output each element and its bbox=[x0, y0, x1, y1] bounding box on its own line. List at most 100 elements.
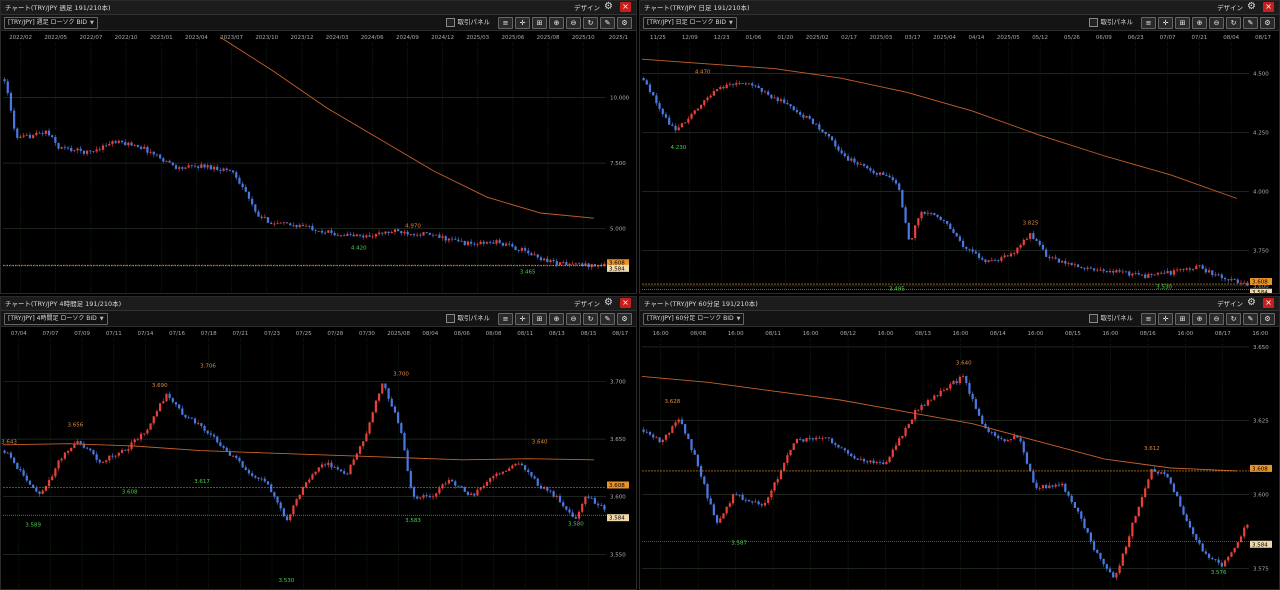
candle-body bbox=[1003, 255, 1006, 258]
symbol-select[interactable]: [TRY/JPY] 週足 ローソク BID ▼ bbox=[4, 17, 98, 29]
order-panel-checkbox[interactable] bbox=[1088, 314, 1098, 323]
indicator-icon[interactable]: ≡ bbox=[498, 17, 513, 29]
zoom-out-icon[interactable]: ⊖ bbox=[566, 17, 581, 29]
candle-body bbox=[981, 257, 984, 260]
draw-tool-icon[interactable]: ✎ bbox=[1243, 17, 1258, 29]
candle-body bbox=[171, 398, 174, 403]
title-bar[interactable]: チャート(TRY/JPY 週足 191/210本) デザイン ⚙ × bbox=[1, 1, 636, 15]
grid-icon[interactable]: ⊞ bbox=[532, 313, 547, 325]
settings-icon[interactable]: ⚙ bbox=[1260, 313, 1275, 325]
zoom-in-icon[interactable]: ⊕ bbox=[549, 313, 564, 325]
refresh-icon[interactable]: ↻ bbox=[1226, 313, 1241, 325]
candle-body bbox=[384, 383, 387, 389]
crosshair-icon[interactable]: ✛ bbox=[1158, 17, 1173, 29]
refresh-icon[interactable]: ↻ bbox=[583, 17, 598, 29]
settings-icon[interactable]: ⚙ bbox=[617, 17, 632, 29]
candle-body bbox=[60, 147, 63, 149]
candle-body bbox=[1140, 274, 1144, 276]
candle-body bbox=[1134, 273, 1137, 275]
candle-body bbox=[238, 177, 241, 184]
close-icon[interactable]: × bbox=[1263, 2, 1274, 12]
price-chart[interactable]: 2022/02 2022/05 2022/07 2022/10 2023/01 2023/… bbox=[1, 31, 637, 294]
grid-icon[interactable]: ⊞ bbox=[1175, 17, 1190, 29]
gear-icon[interactable]: ⚙ bbox=[603, 297, 614, 309]
candle-body bbox=[1118, 270, 1121, 272]
candle-body bbox=[596, 503, 600, 506]
crosshair-icon[interactable]: ✛ bbox=[515, 313, 530, 325]
price-chart[interactable]: 07/04 07/07 07/09 07/11 07/14 07/16 07/18 07/21… bbox=[1, 327, 637, 590]
design-button[interactable]: デザイン bbox=[1217, 2, 1243, 12]
candle-body bbox=[25, 475, 28, 481]
x-tick-label: 12/23 bbox=[714, 35, 730, 41]
candle-body bbox=[273, 223, 276, 225]
symbol-select[interactable]: [TRY/JPY] 60分足 ローソク BID ▼ bbox=[643, 313, 745, 325]
close-icon[interactable]: × bbox=[1263, 298, 1274, 308]
candle-body bbox=[703, 476, 706, 484]
gear-icon[interactable]: ⚙ bbox=[603, 1, 614, 13]
symbol-select[interactable]: [TRY/JPY] 日足 ローソク BID ▼ bbox=[643, 17, 737, 29]
grid-icon[interactable]: ⊞ bbox=[532, 17, 547, 29]
refresh-icon[interactable]: ↻ bbox=[1226, 17, 1241, 29]
candle-body bbox=[514, 246, 517, 251]
zoom-in-icon[interactable]: ⊕ bbox=[1192, 17, 1207, 29]
candle-body bbox=[3, 79, 6, 82]
candle-body bbox=[1019, 244, 1022, 248]
candle-body bbox=[901, 189, 904, 208]
close-icon[interactable]: × bbox=[620, 2, 631, 12]
close-icon[interactable]: × bbox=[620, 298, 631, 308]
candle-body bbox=[44, 130, 47, 134]
candle-body bbox=[1201, 543, 1204, 552]
candle-body bbox=[257, 211, 260, 217]
chart-panel-weekly[interactable]: チャート(TRY/JPY 週足 191/210本) デザイン ⚙ × [TRY/… bbox=[0, 0, 637, 294]
candle-body bbox=[339, 235, 343, 237]
zoom-out-icon[interactable]: ⊖ bbox=[1209, 17, 1224, 29]
zoom-in-icon[interactable]: ⊕ bbox=[549, 17, 564, 29]
design-button[interactable]: デザイン bbox=[1217, 298, 1243, 308]
settings-icon[interactable]: ⚙ bbox=[1260, 17, 1275, 29]
design-button[interactable]: デザイン bbox=[574, 2, 600, 12]
indicator-icon[interactable]: ≡ bbox=[1141, 17, 1156, 29]
y-tick-label: 4.500 bbox=[1253, 71, 1269, 77]
crosshair-icon[interactable]: ✛ bbox=[515, 17, 530, 29]
candle-body bbox=[479, 487, 482, 490]
title-bar[interactable]: チャート(TRY/JPY 日足 191/210本) デザイン ⚙ × bbox=[640, 1, 1279, 15]
candle-body bbox=[32, 135, 35, 139]
order-panel-checkbox[interactable] bbox=[445, 314, 455, 323]
price-chart[interactable]: 11/25 12/09 12/23 01/06 01/20 2025/02 02/17 202… bbox=[640, 31, 1280, 294]
settings-icon[interactable]: ⚙ bbox=[617, 313, 632, 325]
candle-body bbox=[1013, 435, 1016, 440]
gear-icon[interactable]: ⚙ bbox=[1246, 1, 1257, 13]
candle-body bbox=[1211, 557, 1214, 560]
design-button[interactable]: デザイン bbox=[574, 298, 600, 308]
candle-body bbox=[1057, 258, 1061, 263]
indicator-icon[interactable]: ≡ bbox=[498, 313, 513, 325]
draw-tool-icon[interactable]: ✎ bbox=[600, 17, 615, 29]
crosshair-icon[interactable]: ✛ bbox=[1158, 313, 1173, 325]
candle-body bbox=[1188, 521, 1192, 528]
candle-body bbox=[1144, 488, 1147, 498]
order-panel-checkbox[interactable] bbox=[445, 18, 455, 27]
moving-average-line bbox=[641, 58, 1238, 199]
price-chart[interactable]: 16:00 08/08 16:00 08/11 16:00 08/12 16:00 08/13… bbox=[640, 327, 1280, 590]
chart-panel-60min[interactable]: チャート(TRY/JPY 60分足 191/210本) デザイン ⚙ × [TR… bbox=[639, 296, 1280, 590]
order-panel-checkbox[interactable] bbox=[1088, 18, 1098, 27]
candle-body bbox=[1045, 485, 1048, 489]
zoom-out-icon[interactable]: ⊖ bbox=[566, 313, 581, 325]
chart-panel-4hour[interactable]: チャート(TRY/JPY 4時間足 191/210本) デザイン ⚙ × [TR… bbox=[0, 296, 637, 590]
x-tick-label: 07/21 bbox=[1191, 35, 1207, 41]
indicator-icon[interactable]: ≡ bbox=[1141, 313, 1156, 325]
zoom-out-icon[interactable]: ⊖ bbox=[1209, 313, 1224, 325]
draw-tool-icon[interactable]: ✎ bbox=[1243, 313, 1258, 325]
draw-tool-icon[interactable]: ✎ bbox=[600, 313, 615, 325]
refresh-icon[interactable]: ↻ bbox=[583, 313, 598, 325]
grid-icon[interactable]: ⊞ bbox=[1175, 313, 1190, 325]
candle-body bbox=[514, 463, 517, 466]
title-bar[interactable]: チャート(TRY/JPY 4時間足 191/210本) デザイン ⚙ × bbox=[1, 297, 636, 311]
candle-body bbox=[1099, 552, 1102, 559]
chart-panel-daily[interactable]: チャート(TRY/JPY 日足 191/210本) デザイン ⚙ × [TRY/… bbox=[639, 0, 1280, 294]
title-bar[interactable]: チャート(TRY/JPY 60分足 191/210本) デザイン ⚙ × bbox=[640, 297, 1279, 311]
symbol-select[interactable]: [TRY/JPY] 4時間足 ローソク BID ▼ bbox=[4, 313, 108, 325]
candle-body bbox=[89, 448, 92, 451]
zoom-in-icon[interactable]: ⊕ bbox=[1192, 313, 1207, 325]
gear-icon[interactable]: ⚙ bbox=[1246, 297, 1257, 309]
